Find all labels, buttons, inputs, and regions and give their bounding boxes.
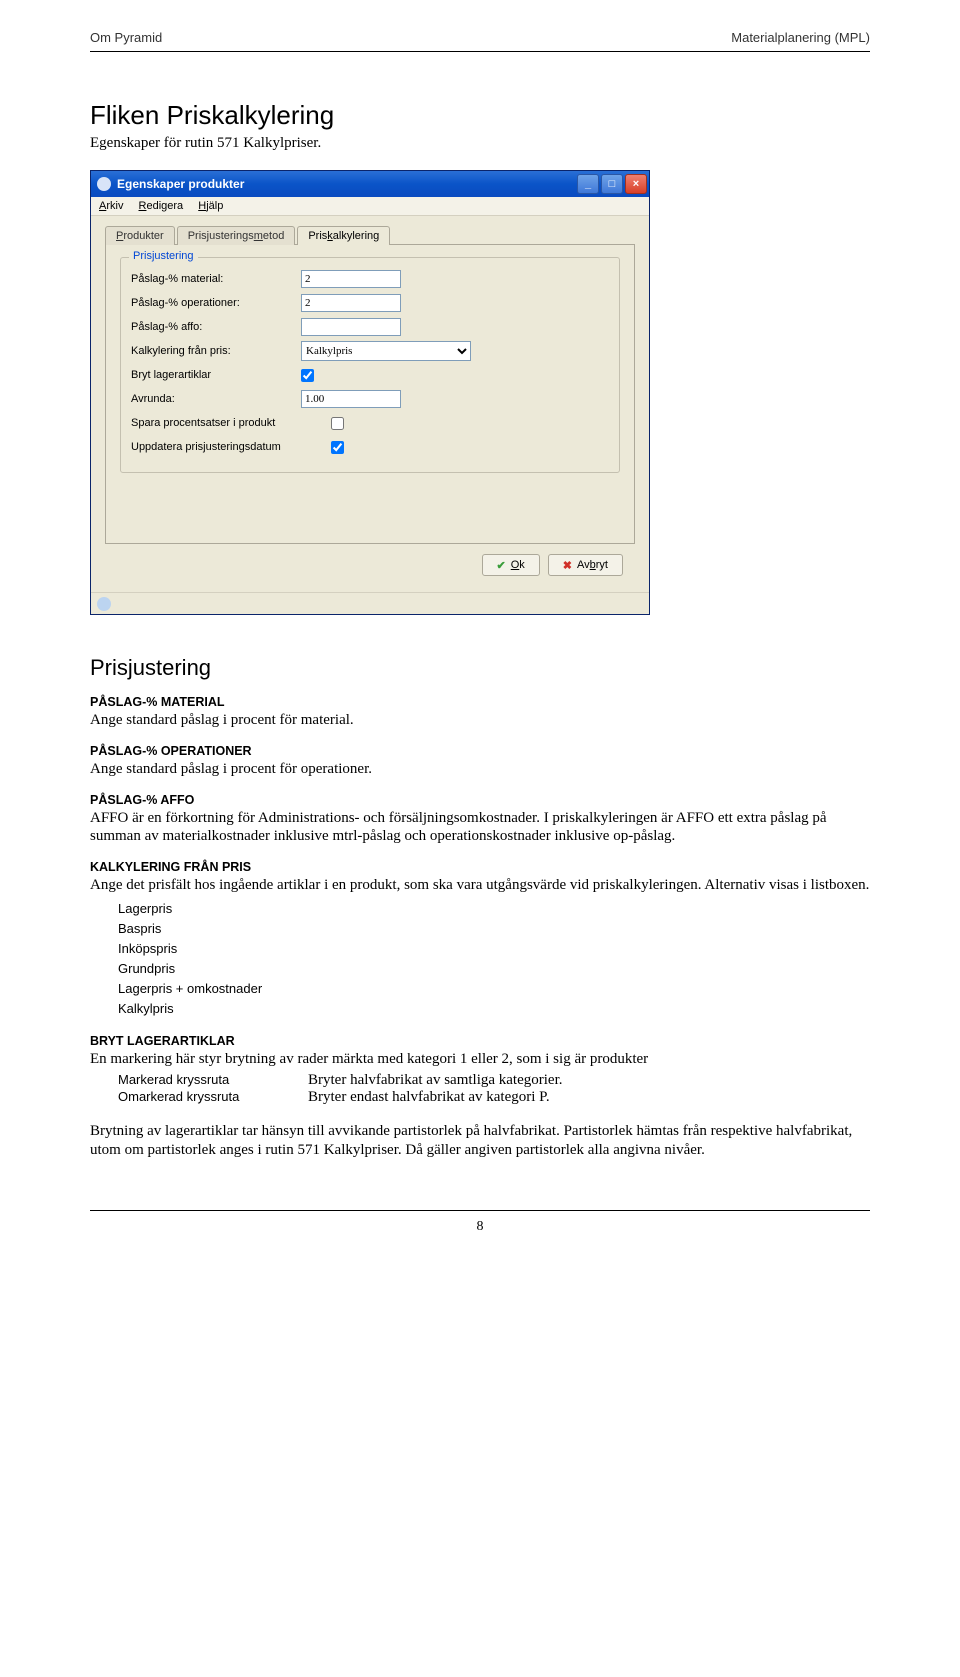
text-paslag-affo: AFFO är en förkortning för Administratio… [90, 809, 870, 847]
dialog-window: Egenskaper produkter _ □ × Arkiv Rediger… [90, 170, 650, 615]
menu-bar: Arkiv Redigera Hjälp [91, 197, 649, 216]
heading-kalkylering-fran-pris: KALKYLERING FRÅN PRIS [90, 860, 870, 874]
list-item: Grundpris [118, 959, 870, 979]
window-title: Egenskaper produkter [117, 177, 244, 191]
section-title: Fliken Priskalkylering [90, 100, 870, 131]
header-left: Om Pyramid [90, 30, 162, 45]
info-icon [97, 597, 111, 611]
fieldset-prisjustering: Prisjustering Påslag-% material: Påslag-… [120, 257, 620, 473]
kv-val: Bryter halvfabrikat av samtliga kategori… [308, 1072, 563, 1089]
titlebar[interactable]: Egenskaper produkter _ □ × [91, 171, 649, 197]
header-right: Materialplanering (MPL) [731, 30, 870, 45]
list-item: Lagerpris + omkostnader [118, 979, 870, 999]
cancel-button[interactable]: ✖ Avbryt [548, 554, 623, 576]
page-header: Om Pyramid Materialplanering (MPL) [90, 30, 870, 52]
ok-button[interactable]: ✔ Ok [482, 554, 540, 576]
list-item: Inköpspris [118, 939, 870, 959]
app-icon [97, 177, 111, 191]
input-paslag-material[interactable] [301, 270, 401, 288]
list-item: Kalkylpris [118, 999, 870, 1019]
text-kalkylering-fran-pris: Ange det prisfält hos ingående artiklar … [90, 876, 870, 895]
kv-grid: Markerad kryssruta Bryter halvfabrikat a… [118, 1072, 870, 1106]
tab-prisjusteringsmetod[interactable]: Prisjusteringsmetod [177, 226, 296, 245]
heading-paslag-material: PÅSLAG-% MATERIAL [90, 695, 870, 709]
kv-row: Omarkerad kryssruta Bryter endast halvfa… [118, 1089, 870, 1106]
label-paslag-material: Påslag-% material: [131, 273, 301, 285]
page-number: 8 [477, 1219, 484, 1234]
label-paslag-operationer: Påslag-% operationer: [131, 297, 301, 309]
text-paslag-operationer: Ange standard påslag i procent för opera… [90, 760, 870, 779]
maximize-button[interactable]: □ [601, 174, 623, 194]
check-uppdatera-prisjusteringsdatum[interactable] [331, 441, 344, 454]
status-bar [91, 592, 649, 614]
label-kalkylering-fran-pris: Kalkylering från pris: [131, 345, 301, 357]
heading-paslag-operationer: PÅSLAG-% OPERATIONER [90, 744, 870, 758]
list-item: Baspris [118, 919, 870, 939]
text-brytning-note: Brytning av lagerartiklar tar hänsyn til… [90, 1122, 870, 1160]
check-bryt-lagerartiklar[interactable] [301, 369, 314, 382]
check-spara-procentsatser[interactable] [331, 417, 344, 430]
tab-panel: Prisjustering Påslag-% material: Påslag-… [105, 244, 635, 544]
tab-strip: Produkter Prisjusteringsmetod Priskalkyl… [105, 226, 635, 245]
input-paslag-affo[interactable] [301, 318, 401, 336]
text-paslag-material: Ange standard påslag i procent för mater… [90, 711, 870, 730]
section-subtitle: Egenskaper för rutin 571 Kalkylpriser. [90, 135, 870, 152]
close-button[interactable]: × [625, 174, 647, 194]
kv-key: Omarkerad kryssruta [118, 1089, 308, 1106]
tab-produkter[interactable]: Produkter [105, 226, 175, 245]
label-paslag-affo: Påslag-% affo: [131, 321, 301, 333]
label-avrunda: Avrunda: [131, 393, 301, 405]
heading-prisjustering: Prisjustering [90, 655, 870, 681]
kv-key: Markerad kryssruta [118, 1072, 308, 1089]
page-footer: 8 [90, 1210, 870, 1235]
check-icon: ✔ [497, 559, 506, 572]
label-spara-procentsatser: Spara procentsatser i produkt [131, 417, 331, 429]
input-avrunda[interactable] [301, 390, 401, 408]
label-uppdatera-prisjusteringsdatum: Uppdatera prisjusteringsdatum [131, 441, 331, 453]
input-paslag-operationer[interactable] [301, 294, 401, 312]
price-option-list: Lagerpris Baspris Inköpspris Grundpris L… [118, 899, 870, 1020]
fieldset-legend: Prisjustering [129, 250, 198, 262]
menu-hjalp[interactable]: Hjälp [198, 200, 223, 212]
heading-paslag-affo: PÅSLAG-% AFFO [90, 793, 870, 807]
list-item: Lagerpris [118, 899, 870, 919]
minimize-button[interactable]: _ [577, 174, 599, 194]
heading-bryt-lagerartiklar: BRYT LAGERARTIKLAR [90, 1034, 870, 1048]
kv-row: Markerad kryssruta Bryter halvfabrikat a… [118, 1072, 870, 1089]
text-bryt-lagerartiklar: En markering här styr brytning av rader … [90, 1050, 870, 1069]
label-bryt-lagerartiklar: Bryt lagerartiklar [131, 369, 301, 381]
tab-priskalkylering[interactable]: Priskalkylering [297, 226, 390, 245]
close-icon: ✖ [563, 559, 572, 572]
menu-arkiv[interactable]: Arkiv [99, 200, 123, 212]
kv-val: Bryter endast halvfabrikat av kategori P… [308, 1089, 550, 1106]
select-kalkylering-fran-pris[interactable]: Kalkylpris [301, 341, 471, 361]
menu-redigera[interactable]: Redigera [139, 200, 184, 212]
